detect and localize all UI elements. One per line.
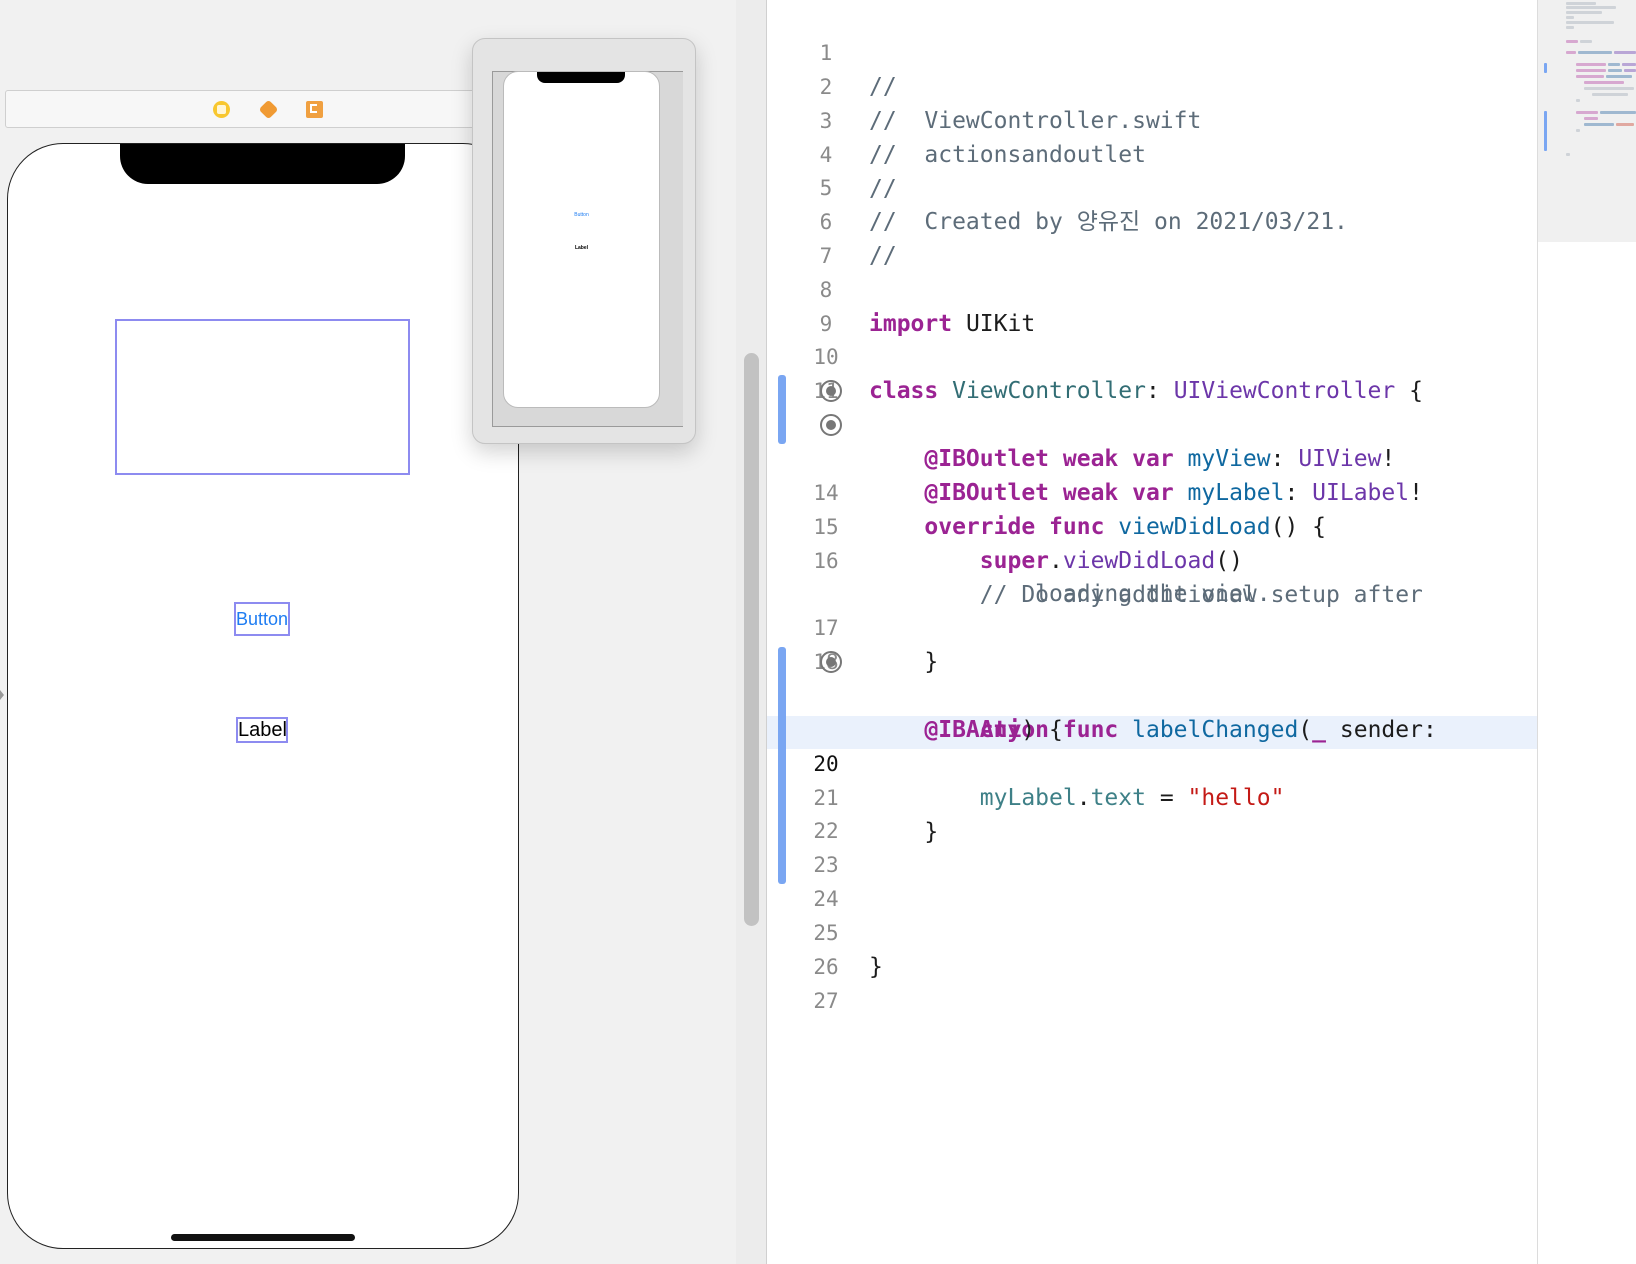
code-line[interactable]: 23: [767, 814, 1538, 877]
code-line[interactable]: 18: [767, 611, 1538, 674]
code-line[interactable]: 14 override func viewDidLoad() {: [767, 442, 1538, 540]
storyboard-button[interactable]: Button: [234, 602, 290, 636]
minimap-change-bar: [1544, 63, 1547, 73]
code-line[interactable]: loading the view.: [767, 543, 1538, 607]
minimap-line: [1622, 63, 1636, 66]
device-notch: [120, 144, 405, 184]
code-line[interactable]: @IBAction func labelChanged(_ sender:: [767, 645, 1538, 743]
code-line[interactable]: 20 myLabel.text = "hello": [767, 713, 1538, 811]
code-line[interactable]: 17 }: [767, 577, 1538, 675]
code-line[interactable]: 9: [767, 273, 1538, 336]
minimap-line: [1592, 93, 1628, 96]
interface-builder-canvas[interactable]: Button Label Button Label: [0, 0, 736, 1264]
minimap-line: [1578, 51, 1612, 54]
minimap-line: [1584, 123, 1614, 126]
my-view-outline[interactable]: [115, 319, 410, 475]
disclosure-arrow-icon[interactable]: [0, 690, 4, 700]
code-line[interactable]: 21 }: [767, 747, 1538, 845]
preview-button: Button: [574, 212, 589, 218]
code-line[interactable]: 5 // Created by 양유진 on 2021/03/21.: [767, 137, 1538, 235]
minimap-line: [1584, 87, 1634, 90]
minimap-line: [1606, 75, 1632, 78]
minimap-line: [1566, 40, 1578, 43]
code-editor[interactable]: 1 // 2 // ViewController.swift 3 // acti…: [766, 0, 1538, 1264]
preview-notch: [537, 72, 625, 83]
code-line[interactable]: 11: [767, 340, 1538, 403]
minimap-line: [1576, 69, 1606, 72]
minimap-viewport[interactable]: [1538, 0, 1636, 242]
code-line[interactable]: 1 //: [767, 2, 1538, 100]
code-line[interactable]: 6 //: [767, 171, 1538, 269]
outlet-connection-icon[interactable]: [820, 414, 842, 436]
scene-dock: [5, 90, 502, 128]
code-line[interactable]: Any) {: [767, 679, 1538, 743]
minimap-line: [1576, 63, 1606, 66]
code-line[interactable]: @IBOutlet weak var myView: UIView!: [767, 374, 1538, 472]
minimap-line: [1576, 129, 1580, 132]
canvas-scrollbar[interactable]: [744, 353, 759, 926]
code-line[interactable]: 10 class ViewController: UIViewControlle…: [767, 306, 1538, 404]
minimap-line: [1608, 69, 1622, 72]
minimap-line: [1608, 63, 1620, 66]
code-line[interactable]: 8 import UIKit: [767, 239, 1538, 337]
minimap-line: [1576, 99, 1580, 102]
minimap-line: [1576, 75, 1604, 78]
minimap-line: [1566, 26, 1574, 29]
minimap-line: [1584, 81, 1624, 84]
preview-device: Button Label: [503, 71, 660, 408]
line-number: 27: [813, 989, 839, 1013]
code-line[interactable]: 22: [767, 780, 1538, 843]
minimap-line: [1624, 69, 1636, 72]
first-responder-icon[interactable]: [258, 99, 279, 120]
code-line[interactable]: 25 }: [767, 882, 1538, 980]
home-indicator: [171, 1234, 355, 1241]
code-line[interactable]: 26: [767, 916, 1538, 979]
storyboard-label[interactable]: Label: [236, 717, 288, 743]
minimap-line: [1566, 6, 1616, 9]
minimap-line: [1566, 153, 1570, 156]
preview-window[interactable]: Button Label: [472, 38, 696, 444]
minimap-line: [1566, 2, 1596, 5]
exit-icon[interactable]: [306, 101, 323, 118]
action-connection-icon[interactable]: [820, 651, 842, 673]
code-line[interactable]: 7: [767, 205, 1538, 268]
iphone-device-frame[interactable]: Button Label: [7, 143, 519, 1249]
code-line[interactable]: 27: [767, 950, 1538, 1013]
code-line[interactable]: 3 // actionsandoutlet: [767, 70, 1538, 168]
minimap-line: [1566, 11, 1602, 14]
code-line[interactable]: @IBOutlet weak var myLabel: UILabel!: [767, 408, 1538, 506]
view-controller-icon[interactable]: [213, 101, 230, 118]
code-line[interactable]: 4 //: [767, 104, 1538, 202]
minimap-line: [1600, 111, 1636, 114]
minimap-line: [1576, 111, 1598, 114]
minimap[interactable]: [1538, 0, 1636, 1264]
minimap-line: [1566, 16, 1574, 19]
code-line[interactable]: 16 // Do any additional setup after: [767, 510, 1538, 608]
minimap-line: [1614, 51, 1636, 54]
minimap-line: [1584, 117, 1598, 120]
code-line[interactable]: 24: [767, 848, 1538, 911]
code-line[interactable]: 2 // ViewController.swift: [767, 36, 1538, 134]
minimap-change-bar: [1544, 111, 1547, 151]
minimap-line: [1580, 40, 1592, 43]
minimap-line: [1616, 123, 1634, 126]
code-line[interactable]: 15 super.viewDidLoad(): [767, 476, 1538, 574]
minimap-line: [1566, 51, 1576, 54]
preview-label: Label: [574, 245, 589, 251]
outlet-connection-icon[interactable]: [820, 380, 842, 402]
minimap-line: [1566, 21, 1614, 24]
